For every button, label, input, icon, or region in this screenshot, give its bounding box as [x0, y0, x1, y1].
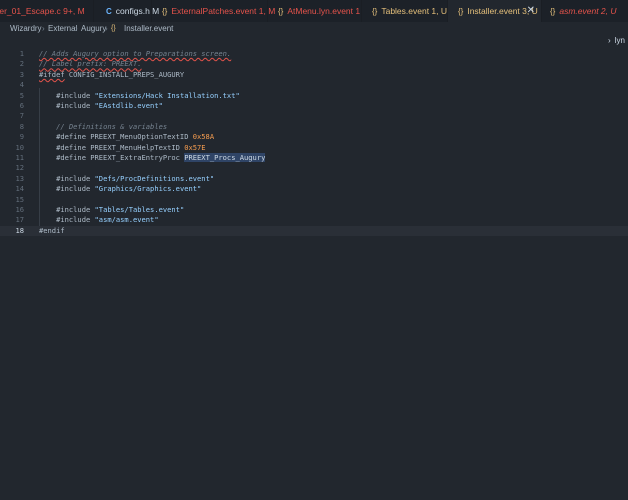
- braces-icon: {}: [458, 7, 464, 16]
- line-number: 7: [19, 111, 24, 121]
- tab-asm-event[interactable]: {} asm.event 2, U: [542, 0, 628, 22]
- line-number: 1: [19, 49, 24, 58]
- editor-tab-bar: ter_01_Escape.c 9+, M Cconfigs.h M {} Ext…: [0, 0, 628, 23]
- code-line[interactable]: 9 #define PREEXT_MenuOptionTextID 0x58A: [0, 132, 628, 142]
- code-editor[interactable]: 1 // Adds Augury option to Preparations s…: [0, 46, 628, 500]
- line-text: #include "Defs/ProcDefinitions.event": [39, 173, 215, 183]
- line-text: #include "asm/asm.event": [39, 215, 159, 225]
- braces-icon: {}: [162, 7, 168, 16]
- line-number: 13: [15, 173, 24, 183]
- line-text: #define PREEXT_MenuOptionTextID 0x58A: [39, 132, 215, 142]
- line-number: 16: [15, 205, 24, 214]
- line-number: 6: [19, 101, 24, 110]
- code-line[interactable]: 11 #define PREEXT_ExtraEntryProc PREEXT_…: [0, 153, 628, 163]
- line-number: 14: [15, 184, 24, 194]
- braces-icon: {}: [278, 7, 284, 16]
- line-number: 18: [15, 225, 24, 235]
- line-text: #define PREEXT_ExtraEntryProc PREEXT_Pro…: [39, 153, 266, 162]
- line-number: 12: [15, 163, 24, 173]
- code-line[interactable]: 13 #include "Defs/ProcDefinitions.event": [0, 174, 628, 184]
- chevron-right-icon: ›: [75, 24, 78, 33]
- line-number: 11: [15, 153, 24, 162]
- code-line[interactable]: 8 // Definitions & variables: [0, 122, 628, 132]
- line-number: 17: [15, 215, 24, 225]
- code-line[interactable]: 1 // Adds Augury option to Preparations s…: [0, 49, 628, 59]
- breadcrumb-item[interactable]: External: [48, 22, 77, 35]
- chevron-right-icon: ›: [105, 24, 108, 33]
- line-text: // Label prefix: PREEXT.: [39, 59, 142, 69]
- peek-label: lyn: [614, 36, 625, 45]
- code-line[interactable]: 15: [0, 195, 628, 205]
- code-line[interactable]: 14 #include "Graphics/Graphics.event": [0, 184, 628, 194]
- breadcrumb-item[interactable]: Installer.event: [124, 22, 173, 35]
- code-line[interactable]: 16 #include "Tables/Tables.event": [0, 205, 628, 215]
- breadcrumb: Wizardry › External › Augury › {} Instal…: [0, 22, 628, 35]
- code-line[interactable]: 3 #ifdef CONFIG_INSTALL_PREPS_AUGURY: [0, 70, 628, 80]
- code-line[interactable]: 7: [0, 111, 628, 121]
- line-text: #ifdef CONFIG_INSTALL_PREPS_AUGURY: [39, 69, 185, 79]
- line-text: // Definitions & variables: [56, 121, 168, 131]
- line-text: #include "Tables/Tables.event": [39, 205, 185, 214]
- code-line[interactable]: 10 #define PREEXT_MenuHelpTextID 0x57E: [0, 143, 628, 153]
- code-line[interactable]: 2 // Label prefix: PREEXT.: [0, 59, 628, 69]
- line-number: 2: [19, 59, 24, 69]
- braces-icon: {}: [111, 25, 116, 32]
- breadcrumb-item[interactable]: Wizardry: [10, 22, 42, 35]
- line-number: 9: [19, 132, 24, 142]
- code-line[interactable]: 17 #include "asm/asm.event": [0, 215, 628, 225]
- line-number: 4: [19, 80, 24, 90]
- tab-externalpatches-event[interactable]: {} ExternalPatches.event 1, M: [152, 0, 275, 22]
- tab-label: asm.event 2, U: [559, 6, 617, 16]
- tab-installer-event[interactable]: {} Installer.event 3, U ✕: [448, 0, 542, 22]
- line-text: #endif: [39, 225, 65, 235]
- line-number: 10: [15, 142, 24, 152]
- line-number: 15: [15, 194, 24, 204]
- breadcrumb-item[interactable]: Augury: [81, 22, 106, 35]
- chevron-right-icon: ›: [608, 36, 611, 45]
- line-text: #include "Extensions/Hack Installation.t…: [39, 90, 240, 100]
- line-text: #include "EAstdlib.event": [39, 101, 163, 110]
- code-line[interactable]: 6 #include "EAstdlib.event": [0, 101, 628, 111]
- tab-label: AtMenu.lyn.event 1: [287, 6, 361, 16]
- code-line[interactable]: 4: [0, 80, 628, 90]
- tab-label: ExternalPatches.event 1, M: [171, 6, 276, 16]
- braces-icon: {}: [550, 7, 556, 16]
- tab-tables-event[interactable]: {} Tables.event 1, U: [362, 0, 448, 22]
- tab-escape-c[interactable]: ter_01_Escape.c 9+, M: [0, 0, 94, 22]
- line-text: // Adds Augury option to Preparations sc…: [39, 49, 232, 58]
- chevron-right-icon: ›: [42, 24, 45, 33]
- code-line[interactable]: 12: [0, 163, 628, 173]
- code-line[interactable]: 5 #include "Extensions/Hack Installation…: [0, 91, 628, 101]
- line-number: 8: [19, 121, 24, 131]
- tab-atmenu-lyn-event[interactable]: {} AtMenu.lyn.event 1: [268, 0, 362, 22]
- braces-icon: {}: [372, 7, 378, 16]
- code-line[interactable]: 18 #endif: [0, 225, 628, 237]
- line-text: #include "Graphics/Graphics.event": [39, 184, 202, 194]
- tab-label: Tables.event 1, U: [381, 6, 448, 16]
- line-number: 3: [19, 69, 24, 79]
- tab-configs-h[interactable]: Cconfigs.h M: [94, 0, 159, 22]
- close-icon[interactable]: ✕: [527, 0, 535, 22]
- line-text: #define PREEXT_MenuHelpTextID 0x57E: [39, 142, 206, 152]
- c-file-icon: C: [106, 7, 112, 16]
- line-number: 5: [19, 90, 24, 100]
- tab-label: ter_01_Escape.c 9+, M: [0, 6, 85, 16]
